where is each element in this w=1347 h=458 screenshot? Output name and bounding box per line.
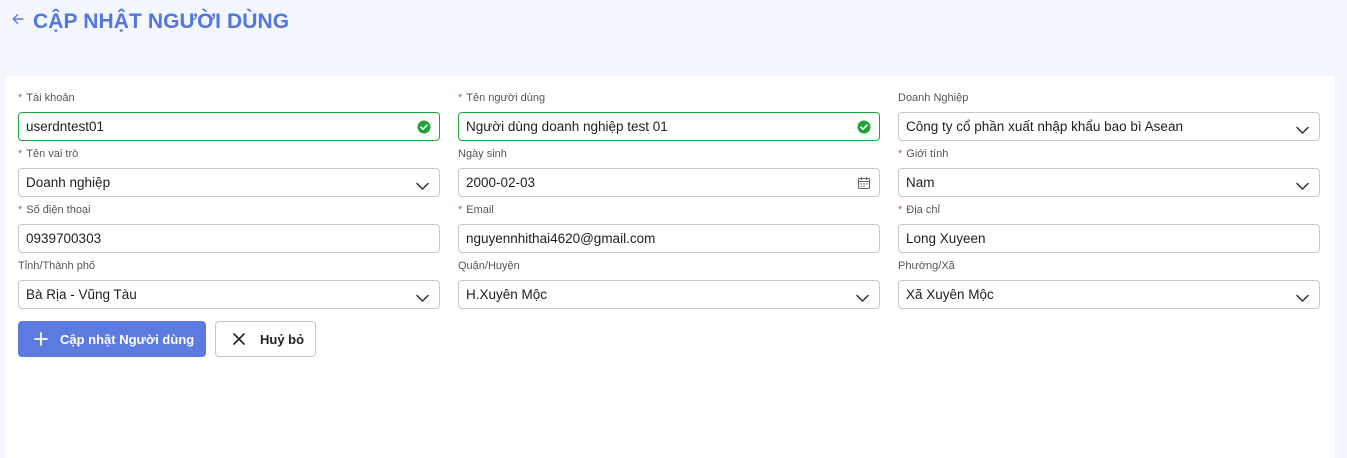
full-name-label: Tên người dùng <box>466 92 546 104</box>
required-mark: * <box>18 148 23 160</box>
province-value: Bà Rịa - Vũng Tàu <box>26 287 137 302</box>
role-select[interactable]: Doanh nghiệp <box>18 168 440 197</box>
phone-label: Số điện thoại <box>26 204 91 216</box>
chevron-down-icon <box>856 290 869 302</box>
arrow-left-icon[interactable] <box>10 11 26 27</box>
email-label: Email <box>466 204 494 216</box>
required-mark: * <box>18 204 23 216</box>
company-select[interactable]: Công ty cổ phần xuất nhập khẩu bao bì As… <box>898 112 1320 141</box>
full-name-input[interactable]: Người dùng doanh nghiệp test 01 <box>458 112 880 141</box>
gender-label: Giới tính <box>906 148 949 160</box>
check-circle-icon <box>417 120 431 134</box>
province-label: Tỉnh/Thành phố <box>18 260 96 272</box>
required-mark: * <box>458 92 463 104</box>
page-title: CẬP NHẬT NGƯỜI DÙNG <box>33 10 290 33</box>
chevron-down-icon <box>1296 122 1309 134</box>
gender-select[interactable]: Nam <box>898 168 1320 197</box>
gender-value: Nam <box>906 175 935 190</box>
birthday-value: 2000-02-03 <box>466 175 536 190</box>
birthday-label: Ngày sinh <box>458 148 507 160</box>
page-header: CẬP NHẬT NGƯỜI DÙNG <box>0 0 1347 64</box>
company-value: Công ty cổ phần xuất nhập khẩu bao bì As… <box>906 119 1183 134</box>
phone-value: 0939700303 <box>26 231 102 246</box>
account-label: Tài khoản <box>26 92 75 104</box>
full-name-value: Người dùng doanh nghiệp test 01 <box>466 119 668 134</box>
address-input[interactable]: Long Xuyeen <box>898 224 1320 253</box>
ward-value: Xã Xuyên Mộc <box>906 287 994 302</box>
plus-icon <box>34 332 48 346</box>
province-select[interactable]: Bà Rịa - Vũng Tàu <box>18 280 440 309</box>
address-label: Địa chỉ <box>906 204 940 216</box>
ward-label: Phường/Xã <box>898 260 955 272</box>
company-label: Doanh Nghiệp <box>898 92 969 104</box>
ward-select[interactable]: Xã Xuyên Mộc <box>898 280 1320 309</box>
cancel-button-label: Huỷ bỏ <box>260 331 305 347</box>
email-input[interactable]: nguyennhithai4620@gmail.com <box>458 224 880 253</box>
chevron-down-icon <box>416 290 429 302</box>
district-value: H.Xuyên Mộc <box>466 287 548 302</box>
role-label: Tên vai trò <box>26 148 79 160</box>
email-value: nguyennhithai4620@gmail.com <box>466 231 656 246</box>
required-mark: * <box>898 204 903 216</box>
chevron-down-icon <box>1296 290 1309 302</box>
required-mark: * <box>898 148 903 160</box>
calendar-icon[interactable] <box>857 176 871 190</box>
address-value: Long Xuyeen <box>906 231 986 246</box>
required-mark: * <box>18 92 23 104</box>
account-value: userdntest01 <box>26 119 105 134</box>
chevron-down-icon <box>416 178 429 190</box>
close-icon <box>232 332 246 346</box>
district-select[interactable]: H.Xuyên Mộc <box>458 280 880 309</box>
district-label: Quận/Huyện <box>458 260 520 272</box>
birthday-datepicker[interactable]: 2000-02-03 <box>458 168 880 197</box>
role-value: Doanh nghiệp <box>26 175 111 190</box>
update-user-button-label: Cập nhật Người dùng <box>60 331 195 347</box>
account-input[interactable]: userdntest01 <box>18 112 440 141</box>
required-mark: * <box>458 204 463 216</box>
phone-input[interactable]: 0939700303 <box>18 224 440 253</box>
update-user-button[interactable]: Cập nhật Người dùng <box>18 321 206 357</box>
chevron-down-icon <box>1296 178 1309 190</box>
cancel-button[interactable]: Huỷ bỏ <box>215 321 316 357</box>
check-circle-icon <box>857 120 871 134</box>
